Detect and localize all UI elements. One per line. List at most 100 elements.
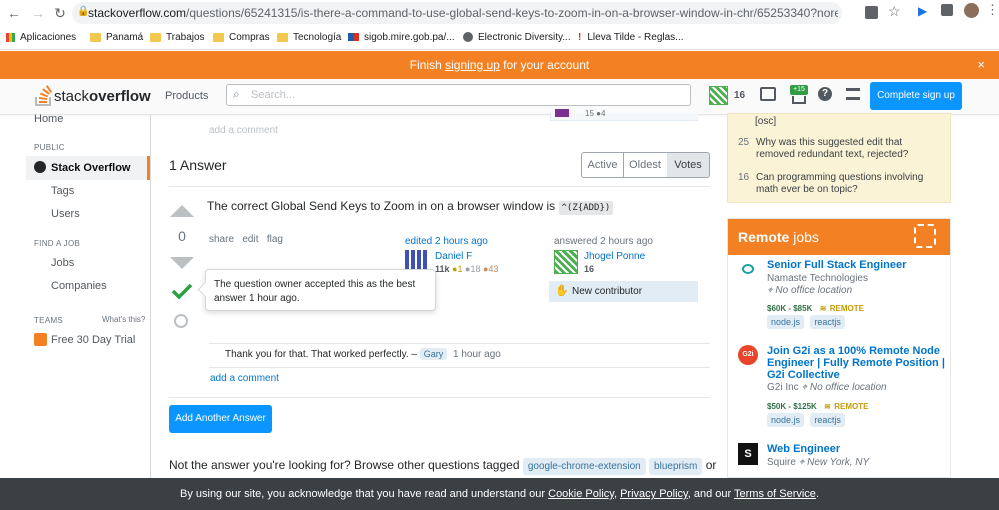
panama-flag-icon: [348, 33, 359, 41]
reload-icon[interactable]: ↻: [52, 5, 68, 21]
history-icon[interactable]: [174, 314, 188, 328]
tab-votes[interactable]: Votes: [667, 152, 710, 178]
bookmark-panama[interactable]: Panamá: [90, 30, 143, 44]
job-title[interactable]: Web Engineer: [767, 443, 840, 455]
avatar[interactable]: [964, 3, 979, 18]
tag-blueprism[interactable]: blueprism: [649, 458, 703, 475]
star-icon[interactable]: ☆: [888, 3, 901, 20]
author-reputation: 16: [584, 264, 595, 274]
signing-up-link[interactable]: signing up: [445, 58, 500, 72]
tag-reactjs[interactable]: reactjs: [810, 315, 845, 329]
add-another-answer-button[interactable]: Add Another Answer: [169, 405, 272, 433]
bookmark-electronic-diversity[interactable]: Electronic Diversity...: [463, 30, 571, 44]
extensions-icon[interactable]: [941, 4, 953, 16]
bookmark-lleva-tilde[interactable]: ! Lleva Tilde - Reglas...: [578, 30, 684, 44]
achievements-icon[interactable]: [792, 96, 806, 104]
jobs-header[interactable]: Remote jobs: [728, 219, 950, 255]
achievements-badge[interactable]: +15: [790, 85, 808, 95]
job-salary-row: $50K - $125K ≋ REMOTE: [767, 402, 869, 411]
translate-icon[interactable]: [865, 6, 878, 19]
sidebar-item-companies[interactable]: Companies: [51, 280, 107, 292]
job-title[interactable]: Senior Full Stack Engineer: [767, 259, 945, 271]
flag-link[interactable]: flag: [267, 234, 283, 245]
comments-divider-2: [209, 367, 710, 368]
sidebar-item-home[interactable]: Home: [34, 113, 63, 125]
downvote-icon[interactable]: [170, 257, 194, 269]
share-link[interactable]: share: [209, 234, 234, 245]
globe-icon: [463, 32, 473, 42]
cookie-policy-link[interactable]: Cookie Policy: [548, 488, 614, 500]
terms-of-service-link[interactable]: Terms of Service: [734, 488, 816, 500]
tab-active[interactable]: Active: [581, 152, 624, 178]
bookmark-compras[interactable]: Compras: [213, 30, 270, 44]
author-avatar[interactable]: [554, 250, 578, 274]
menu-kebab-icon[interactable]: ⋮: [986, 2, 999, 18]
folder-icon: [90, 32, 101, 42]
new-contributor-badge[interactable]: ✋ New contributor: [549, 281, 698, 302]
job-title[interactable]: Join G2i as a 100% Remote Node Engineer …: [767, 345, 947, 381]
meta-question-link[interactable]: Can programming questions involving math…: [756, 172, 941, 196]
bookmark-trabajos[interactable]: Trabajos: [150, 30, 205, 44]
bookmark-apps[interactable]: Aplicaciones: [6, 30, 76, 44]
sidebar-divider: [150, 115, 151, 478]
comment-user[interactable]: Gary: [419, 348, 448, 360]
privacy-policy-link[interactable]: Privacy Policy: [620, 488, 688, 500]
site-switcher-icon[interactable]: [846, 88, 860, 100]
inbox-icon[interactable]: [760, 87, 776, 101]
tag-google-chrome-extension[interactable]: google-chrome-extension: [522, 458, 646, 475]
search-input[interactable]: ⌕ Search...: [226, 84, 691, 106]
help-icon[interactable]: ?: [818, 87, 832, 101]
g2i-logo: G2i: [738, 345, 758, 365]
address-bar[interactable]: 🔒 stackoverflow.com/questions/65241315/i…: [72, 2, 842, 24]
comment-item: Thank you for that. That worked perfectl…: [225, 348, 501, 360]
namaste-logo: [738, 261, 758, 281]
apps-grid-icon: [6, 32, 15, 42]
edited-time[interactable]: edited 2 hours ago: [405, 236, 488, 247]
tag-nodejs[interactable]: node.js: [767, 315, 805, 329]
job-company-loc: G2i Inc ⌖ No office location: [767, 382, 887, 393]
close-icon[interactable]: ×: [977, 51, 985, 79]
job-tags: node.js reactjs: [767, 412, 848, 427]
sidebar-item-tags[interactable]: Tags: [51, 185, 74, 197]
meta-score: 25: [738, 137, 750, 148]
tag-nodejs[interactable]: node.js: [767, 413, 805, 427]
author-name[interactable]: Jhogel Ponne: [584, 251, 645, 262]
back-icon[interactable]: ←: [6, 5, 22, 21]
sidebar-item-users[interactable]: Users: [51, 208, 80, 220]
globe-icon: [34, 161, 46, 173]
answers-divider: [169, 186, 710, 187]
bookmark-tecnologia[interactable]: Tecnología: [277, 30, 341, 44]
teams-briefcase-icon: [34, 333, 47, 346]
stackoverflow-logo[interactable]: stackoverflow: [34, 84, 151, 108]
answer-body: The correct Global Send Keys to Zoom in …: [207, 199, 614, 215]
signup-banner: Finish signing up for your account ×: [0, 51, 999, 79]
upvote-icon[interactable]: [170, 205, 194, 217]
tab-oldest[interactable]: Oldest: [623, 152, 668, 178]
forward-icon[interactable]: →: [30, 5, 46, 21]
meta-question-link[interactable]: Why was this suggested edit that removed…: [756, 137, 941, 161]
bookmark-sigob[interactable]: sigob.mire.gob.pa/...: [348, 30, 455, 44]
comments-divider: [209, 343, 710, 344]
whats-this-link[interactable]: What's this?: [102, 315, 145, 324]
comment-time[interactable]: 1 hour ago: [453, 349, 501, 360]
sidebar-item-free-trial[interactable]: Free 30 Day Trial: [51, 334, 135, 346]
not-the-answer: Not the answer you're looking for? Brows…: [169, 458, 716, 475]
folder-icon: [277, 32, 288, 42]
add-comment-question[interactable]: add a comment: [209, 125, 278, 136]
editor-name[interactable]: Daniel F: [435, 251, 472, 262]
sidebar-item-jobs[interactable]: Jobs: [51, 257, 74, 269]
complete-signup-button[interactable]: Complete sign up: [870, 82, 962, 110]
play-extension-icon[interactable]: ▶: [918, 4, 927, 18]
wave-hand-icon: ✋: [555, 285, 569, 297]
url-path: /questions/65241315/is-there-a-command-t…: [186, 6, 838, 20]
user-avatar[interactable]: [709, 86, 728, 105]
products-menu[interactable]: Products: [165, 90, 208, 102]
remote-jobs-widget: Remote jobs Senior Full Stack Engineer N…: [727, 218, 951, 478]
sidebar-item-stackoverflow[interactable]: Stack Overflow: [26, 156, 150, 180]
add-comment-answer[interactable]: add a comment: [210, 373, 279, 384]
tag-reactjs[interactable]: reactjs: [810, 413, 845, 427]
squire-logo: S: [738, 443, 758, 465]
edit-link[interactable]: edit: [242, 234, 258, 245]
meta-score: 16: [738, 172, 750, 183]
code-snippet: ^(Z{ADD}): [558, 201, 614, 215]
